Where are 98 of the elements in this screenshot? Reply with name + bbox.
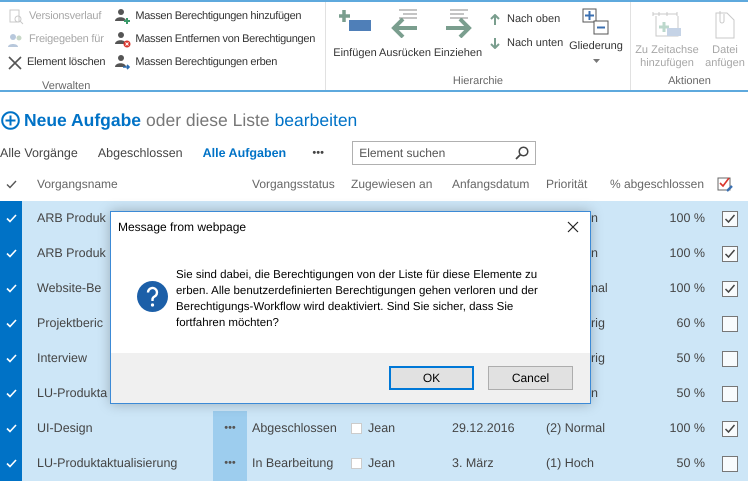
bulk-add-permissions-button[interactable]: Massen Berechtigungen hinzufügen bbox=[115, 5, 316, 28]
cancel-button[interactable]: Cancel bbox=[488, 366, 573, 390]
column-header[interactable]: Vorgangsstatus bbox=[252, 175, 351, 193]
view-tab[interactable]: Alle Aufgaben bbox=[202, 144, 286, 162]
view-tab[interactable]: Abgeschlossen bbox=[98, 144, 183, 162]
assignee-text[interactable]: Jean bbox=[368, 419, 396, 438]
priority-text: rig bbox=[591, 351, 605, 366]
date-text: 29.12.2016 bbox=[452, 421, 515, 436]
outdent-button[interactable]: Ausrücken bbox=[378, 8, 432, 62]
insert-button[interactable]: Einfügen bbox=[332, 8, 378, 62]
indent-button[interactable]: Einziehen bbox=[432, 8, 484, 62]
percent-text: 100 % bbox=[670, 211, 705, 226]
percent-text: 100 % bbox=[670, 246, 705, 260]
check-icon bbox=[6, 354, 16, 363]
task-name[interactable]: UI-Design bbox=[37, 421, 93, 436]
percent-text: 60 % bbox=[676, 316, 705, 330]
delete-item-button[interactable]: Element löschen bbox=[8, 51, 106, 74]
task-name[interactable]: Projektberic bbox=[37, 316, 103, 330]
status-text: In Bearbeitung bbox=[252, 456, 334, 470]
percent-text: 100 % bbox=[670, 281, 705, 296]
checkbox[interactable] bbox=[722, 280, 738, 296]
dialog-title: Message from webpage bbox=[118, 219, 246, 236]
check-icon bbox=[6, 284, 16, 293]
down-arrow-icon bbox=[490, 38, 500, 48]
more-views-button[interactable]: ••• bbox=[306, 144, 330, 162]
percent-text: 50 % bbox=[676, 386, 705, 400]
item-menu-button[interactable]: ••• bbox=[213, 411, 247, 446]
group-label: Hierarchie bbox=[452, 74, 504, 88]
checkbox[interactable] bbox=[722, 350, 738, 366]
checkbox[interactable] bbox=[722, 456, 738, 472]
edit-checkbox-icon[interactable] bbox=[717, 176, 734, 192]
bulk-remove-permissions-button[interactable]: Massen Entfernen von Berechtigungen bbox=[115, 28, 316, 51]
percent-text: 50 % bbox=[676, 456, 705, 470]
ok-button[interactable]: OK bbox=[389, 366, 474, 390]
checkbox[interactable] bbox=[722, 246, 738, 262]
column-header[interactable]: % abgeschlossen bbox=[604, 175, 704, 193]
add-circle-icon bbox=[1, 110, 20, 130]
group-label: Aktionen bbox=[668, 74, 711, 88]
priority-text: nal bbox=[591, 281, 608, 296]
edit-list-link[interactable]: bearbeiten bbox=[274, 106, 358, 134]
new-task-link[interactable]: Neue Aufgabe bbox=[1, 106, 142, 134]
check-icon bbox=[6, 389, 16, 398]
check-icon bbox=[6, 214, 16, 223]
task-name[interactable]: LU-Produkta bbox=[37, 386, 108, 400]
priority-text: (1) Hoch bbox=[546, 456, 594, 470]
row-select-cell[interactable] bbox=[0, 201, 22, 236]
row-select-cell[interactable] bbox=[0, 446, 22, 481]
check-icon bbox=[6, 319, 16, 328]
move-down-button[interactable]: Nach unten bbox=[490, 32, 566, 54]
task-name[interactable]: LU-Produktaktualisierung bbox=[37, 456, 178, 470]
heading-text: oder diese Liste bbox=[146, 108, 270, 132]
people-icon bbox=[8, 32, 24, 48]
group-label: Verwalten bbox=[42, 79, 90, 93]
priority-text: n bbox=[591, 386, 598, 400]
document-search-icon bbox=[8, 8, 24, 24]
column-header[interactable]: Zugewiesen an bbox=[351, 175, 452, 193]
priority-text: (2) Normal bbox=[546, 421, 606, 436]
check-icon bbox=[6, 459, 16, 468]
priority-text: n bbox=[591, 246, 598, 260]
date-text: 3. März bbox=[452, 456, 494, 470]
close-icon bbox=[8, 56, 22, 70]
priority-text: n bbox=[591, 211, 598, 226]
move-up-button[interactable]: Nach oben bbox=[490, 8, 566, 30]
task-name[interactable]: Website-Be bbox=[37, 281, 102, 296]
checkbox[interactable] bbox=[722, 210, 738, 226]
task-name[interactable]: ARB Produk bbox=[37, 246, 106, 260]
question-icon bbox=[136, 280, 169, 313]
assignee-text[interactable]: Jean bbox=[368, 454, 396, 473]
checkbox[interactable] bbox=[722, 420, 738, 436]
up-arrow-icon bbox=[490, 14, 500, 24]
check-icon bbox=[6, 424, 16, 433]
status-text: Abgeschlossen bbox=[252, 421, 337, 436]
checkbox[interactable] bbox=[722, 316, 738, 332]
search-field[interactable]: Element suchen bbox=[352, 141, 536, 165]
outline-button[interactable]: Gliederung bbox=[566, 8, 626, 62]
column-header[interactable]: Anfangsdatum bbox=[452, 175, 546, 193]
column-header[interactable]: Priorität bbox=[546, 175, 604, 193]
bulk-inherit-permissions-button[interactable]: Massen Berechtigungen erben bbox=[115, 51, 316, 74]
task-name[interactable]: Interview bbox=[37, 351, 88, 366]
person-add-icon bbox=[115, 8, 132, 25]
check-icon bbox=[6, 249, 16, 258]
expand-collapse-icon bbox=[582, 8, 610, 36]
view-tab[interactable]: Alle Vorgänge bbox=[0, 144, 78, 162]
caret-icon bbox=[592, 58, 600, 62]
column-header[interactable]: Vorgangsname bbox=[22, 175, 252, 193]
person-arrow-icon bbox=[115, 54, 132, 71]
person-remove-icon bbox=[115, 31, 132, 48]
check-icon[interactable] bbox=[6, 180, 16, 188]
paperclip-document-icon bbox=[713, 10, 737, 40]
search-icon[interactable] bbox=[515, 146, 530, 160]
checkbox[interactable] bbox=[722, 386, 738, 402]
item-menu-button[interactable]: ••• bbox=[213, 446, 247, 481]
percent-text: 50 % bbox=[676, 351, 705, 366]
priority-text: rig bbox=[591, 316, 605, 330]
close-button[interactable] bbox=[565, 219, 581, 235]
percent-text: 100 % bbox=[670, 421, 705, 436]
dialog-message: Sie sind dabei, die Berechtigungen von der Liste für diese Elemente zu erben. Alle benutzerdefinierten Berechtigungen gehen verloren und der Berechtigungs-Workflow wird deaktiviert. Sind Sie sicher, dass Sie fortfahren möchten? bbox=[176, 268, 539, 331]
task-name[interactable]: ARB Produk bbox=[37, 211, 106, 226]
